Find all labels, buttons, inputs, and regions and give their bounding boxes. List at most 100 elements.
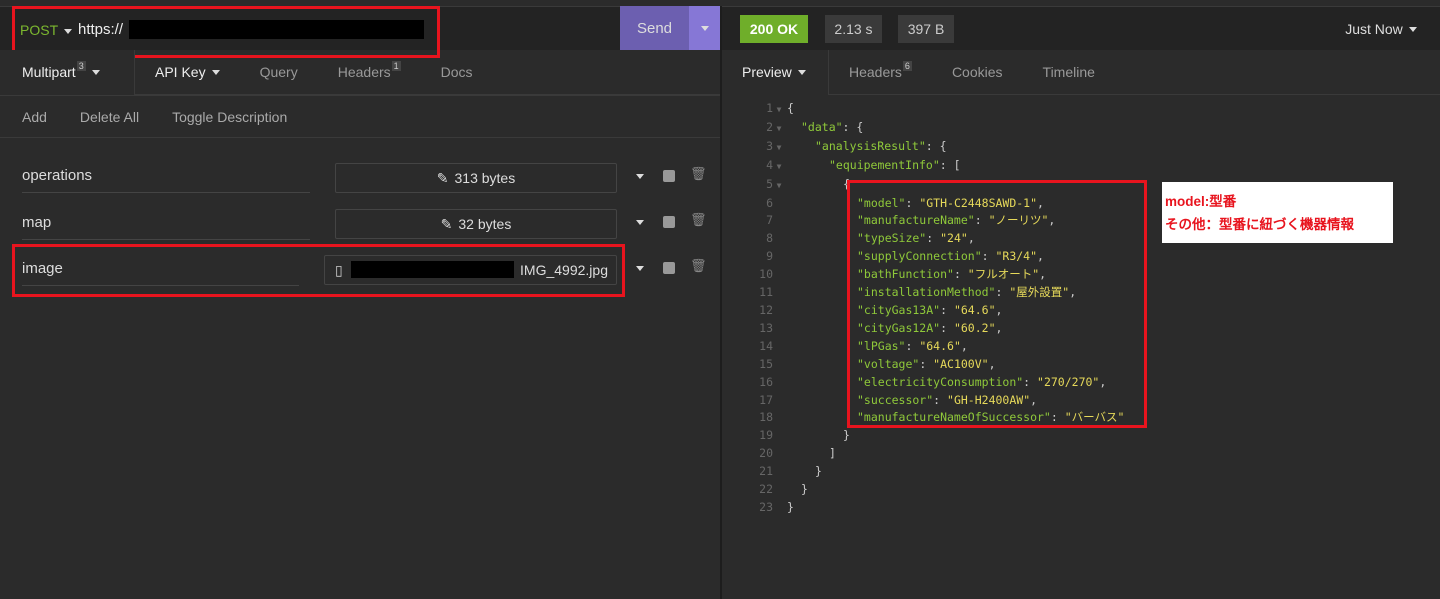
line-number: 10 (759, 267, 773, 282)
json-punct: : { (842, 119, 864, 134)
fold-icon[interactable]: ▼ (773, 177, 785, 195)
chevron-down-icon[interactable] (636, 174, 644, 179)
edit-icon: ✎ (436, 169, 449, 186)
time-badge: 2.13 s (825, 15, 882, 43)
tab-label: Multipart (22, 64, 76, 80)
tab-preview[interactable]: Preview (722, 49, 829, 95)
code-line: 19} (745, 427, 1124, 445)
trash-icon[interactable]: 🗑 (690, 166, 707, 182)
code-line: 20] (745, 445, 1124, 463)
line-number: 22 (759, 482, 773, 497)
json-punct: { (787, 101, 794, 115)
line-number: 3 (766, 138, 773, 153)
json-punct: : [ (939, 157, 961, 172)
json-punct: } (843, 428, 850, 443)
count-badge: 6 (902, 61, 912, 71)
add-button[interactable]: Add (0, 109, 58, 125)
json-punct: } (801, 482, 808, 497)
tab-docs[interactable]: Docs (421, 50, 493, 95)
line-number: 18 (759, 410, 773, 425)
code-line: 3 ▼ "analysisResult": { (745, 138, 1124, 157)
line-number: 12 (759, 302, 773, 317)
param-value: 32 bytes (458, 216, 512, 232)
fold-icon[interactable]: ▼ (773, 120, 785, 138)
enabled-checkbox[interactable] (663, 170, 675, 182)
response-tabs: Preview Headers 6 Cookies Timeline (722, 49, 1440, 95)
delete-all-button[interactable]: Delete All (58, 109, 150, 125)
line-number: 8 (766, 231, 773, 246)
line-number: 4 (766, 157, 773, 172)
size-badge: 397 B (898, 15, 954, 43)
status-badge: 200 OK (740, 15, 808, 43)
edit-icon: ✎ (440, 215, 453, 232)
annotation-line: model:型番 (1165, 194, 1237, 209)
param-name-input[interactable]: map (22, 214, 310, 240)
param-value-editor[interactable]: ✎ 32 bytes (335, 209, 617, 239)
line-number: 13 (759, 320, 773, 335)
line-number: 21 (759, 464, 773, 479)
code-line: 23} (745, 499, 1124, 517)
chevron-down-icon (1408, 26, 1417, 32)
chevron-down-icon (797, 69, 806, 75)
tab-label: Headers (337, 64, 391, 80)
chevron-down-icon[interactable] (636, 220, 644, 225)
chevron-down-icon (211, 69, 220, 75)
line-number: 17 (759, 392, 773, 407)
highlight-image-param (12, 244, 625, 297)
param-value: 313 bytes (454, 170, 516, 186)
line-number: 16 (759, 374, 773, 389)
line-number: 15 (759, 356, 773, 371)
send-button[interactable]: Send (620, 6, 689, 50)
code-line: 4 ▼ "equipementInfo": [ (745, 157, 1124, 176)
code-line: 21} (745, 463, 1124, 481)
tab-label: Headers (849, 64, 902, 80)
tab-headers[interactable]: Headers 1 (318, 50, 421, 95)
json-key: "equipementInfo" (829, 157, 940, 172)
toggle-description-button[interactable]: Toggle Description (150, 109, 298, 125)
history-label: Just Now (1345, 21, 1403, 37)
params-toolbar: Add Delete All Toggle Description (0, 95, 720, 138)
tab-cookies[interactable]: Cookies (932, 50, 1023, 95)
code-line: 1 ▼{ (745, 100, 1124, 119)
line-number: 20 (759, 446, 773, 461)
request-tabs: Multipart 3 API Key Query Headers 1 Docs (0, 49, 720, 95)
tab-timeline[interactable]: Timeline (1023, 50, 1115, 95)
fold-icon[interactable]: ▼ (773, 139, 785, 157)
annotation-note: model:型番その他：型番に紐づく機器情報 (1162, 182, 1393, 243)
line-number: 9 (766, 249, 773, 264)
chevron-down-icon (91, 69, 100, 75)
trash-icon[interactable]: 🗑 (690, 212, 707, 228)
tab-multipart[interactable]: Multipart 3 (0, 49, 135, 95)
json-key: "analysisResult" (815, 138, 926, 153)
tab-query[interactable]: Query (240, 50, 318, 95)
line-number: 14 (759, 338, 773, 353)
json-punct: ] (829, 446, 836, 461)
highlight-equipment-info (847, 180, 1147, 428)
code-line: 22} (745, 481, 1124, 499)
fold-icon[interactable]: ▼ (773, 158, 785, 176)
tab-label: Preview (742, 64, 792, 80)
history-dropdown[interactable]: Just Now (1336, 15, 1426, 43)
send-options-button[interactable] (689, 6, 720, 50)
annotation-line: その他：型番に紐づく機器情報 (1165, 217, 1354, 232)
json-punct: } (787, 499, 794, 514)
count-badge: 1 (391, 61, 401, 71)
code-line: 2 ▼ "data": { (745, 119, 1124, 138)
line-number: 5 (766, 176, 773, 191)
fold-icon[interactable]: ▼ (773, 101, 785, 119)
trash-icon[interactable]: 🗑 (690, 258, 707, 274)
enabled-checkbox[interactable] (663, 262, 675, 274)
chevron-down-icon (700, 25, 709, 31)
chevron-down-icon[interactable] (636, 266, 644, 271)
line-number: 23 (759, 499, 773, 514)
param-value-editor[interactable]: ✎ 313 bytes (335, 163, 617, 193)
tab-api-key[interactable]: API Key (135, 50, 240, 95)
line-number: 19 (759, 428, 773, 443)
json-punct: : { (925, 138, 947, 153)
json-punct: } (815, 464, 822, 479)
param-name-input[interactable]: operations (22, 167, 310, 193)
line-number: 1 (766, 101, 773, 115)
tab-response-headers[interactable]: Headers 6 (829, 50, 932, 95)
line-number: 11 (759, 285, 773, 300)
enabled-checkbox[interactable] (663, 216, 675, 228)
